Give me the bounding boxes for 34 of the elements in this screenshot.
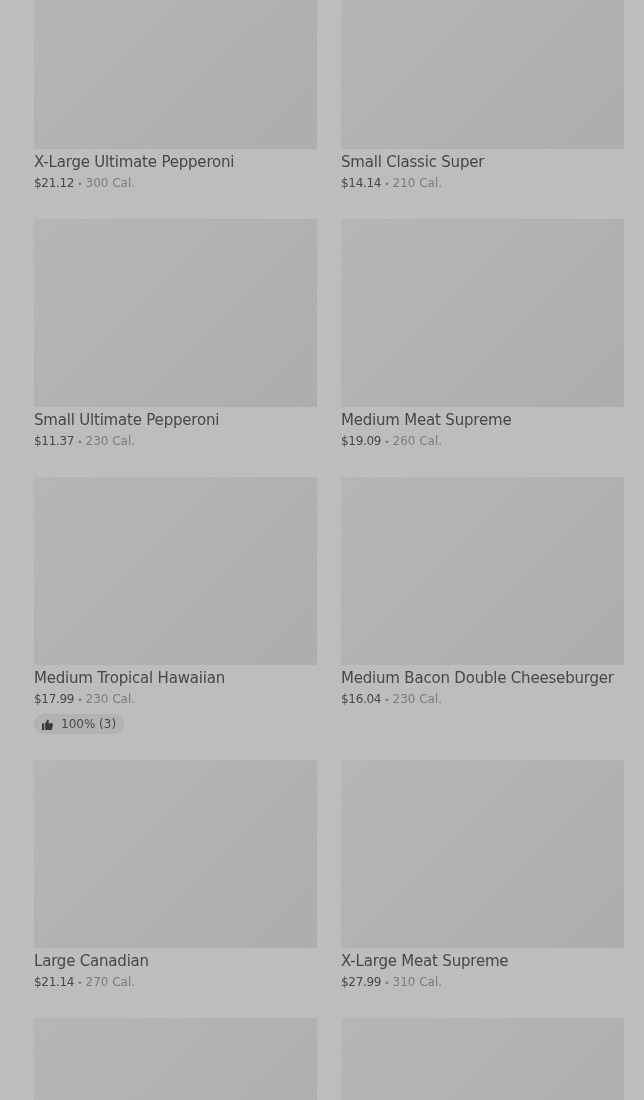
item-calories: 230 Cal.: [85, 434, 136, 448]
item-name: Small Classic Super: [341, 153, 485, 172]
item-name: Small Ultimate Pepperoni: [34, 411, 220, 430]
item-calories: 210 Cal.: [392, 176, 443, 190]
separator-dot: •: [384, 179, 390, 189]
item-calories: 270 Cal.: [85, 975, 136, 989]
item-name: Medium Tropical Hawaiian: [34, 669, 225, 688]
separator-dot: •: [77, 179, 83, 189]
item-price: $16.04: [341, 692, 382, 706]
item-price: $11.37: [34, 434, 75, 448]
item-name: Large Canadian: [34, 952, 149, 971]
item-price: $21.12: [34, 176, 75, 190]
item-price: $27.99: [341, 975, 382, 989]
separator-dot: •: [384, 978, 390, 988]
item-calories: 230 Cal.: [85, 692, 136, 706]
item-name: X-Large Ultimate Pepperoni: [34, 153, 235, 172]
item-calories: 300 Cal.: [85, 176, 136, 190]
separator-dot: •: [77, 978, 83, 988]
separator-dot: •: [384, 437, 390, 447]
item-calories: 260 Cal.: [392, 434, 443, 448]
thumbs-up-icon: [42, 718, 53, 730]
separator-dot: •: [77, 695, 83, 705]
item-calories: 230 Cal.: [392, 692, 443, 706]
item-price: $17.99: [34, 692, 75, 706]
separator-dot: •: [77, 437, 83, 447]
item-name: Medium Meat Supreme: [341, 411, 512, 430]
item-name: Medium Bacon Double Cheeseburger: [341, 669, 614, 688]
item-name: X-Large Meat Supreme: [341, 952, 509, 971]
separator-dot: •: [384, 695, 390, 705]
rating-text: 100% (3): [61, 717, 117, 731]
item-price: $14.14: [341, 176, 382, 190]
item-calories: 310 Cal.: [392, 975, 443, 989]
item-price: $19.09: [341, 434, 382, 448]
item-price: $21.14: [34, 975, 75, 989]
